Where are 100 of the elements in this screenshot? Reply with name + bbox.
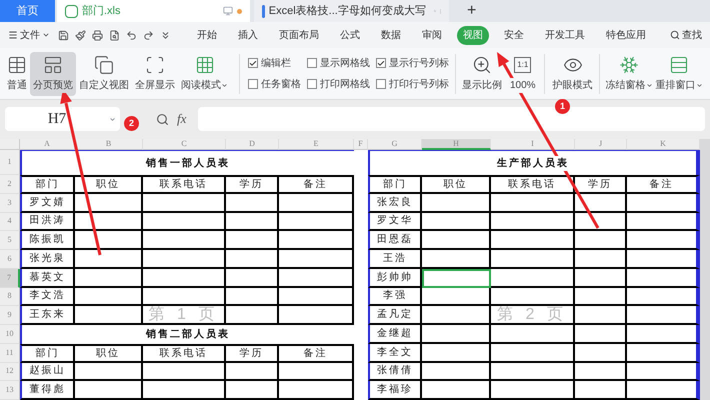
table-cell[interactable] — [75, 250, 143, 269]
table-cell[interactable] — [279, 194, 354, 212]
table-cell[interactable] — [627, 250, 700, 269]
checkbox[interactable] — [307, 58, 317, 68]
formula-input[interactable] — [198, 107, 705, 131]
view-mode-button[interactable]: 阅读模式 — [178, 52, 231, 96]
table-cell[interactable] — [422, 194, 491, 212]
table-cell[interactable] — [627, 231, 700, 250]
zoom-button[interactable]: 显示比例 — [462, 54, 502, 92]
print-preview-icon[interactable] — [109, 30, 120, 40]
table-cell[interactable] — [143, 250, 226, 269]
window-option-button[interactable]: 重排窗口 — [656, 54, 703, 92]
menu-tab[interactable]: 数据 — [375, 26, 407, 44]
table-cell[interactable] — [491, 288, 575, 306]
menu-tab[interactable]: 开发工具 — [539, 26, 591, 44]
save-icon[interactable] — [58, 30, 69, 40]
view-mode-button[interactable]: 分页预览 — [30, 52, 76, 96]
new-tab-button[interactable]: + — [463, 0, 480, 22]
table-cell[interactable] — [627, 344, 700, 362]
table-cell[interactable] — [422, 268, 491, 288]
table-cell[interactable] — [422, 306, 491, 325]
actual-size-button[interactable]: 1:1 100% — [510, 54, 536, 92]
table-cell[interactable] — [627, 194, 700, 212]
table-cell[interactable] — [491, 250, 575, 269]
table-cell[interactable] — [491, 325, 575, 344]
table-cell[interactable] — [627, 362, 700, 382]
file-menu[interactable]: 文件 — [8, 28, 50, 42]
table-cell[interactable]: 张光泉 — [20, 250, 75, 269]
table-cell[interactable] — [575, 344, 627, 362]
table-cell[interactable] — [491, 344, 575, 362]
table-cell[interactable] — [279, 362, 354, 382]
table-cell[interactable] — [279, 250, 354, 269]
table-cell[interactable] — [422, 250, 491, 269]
table-cell[interactable] — [226, 288, 279, 306]
zoom-icon[interactable] — [156, 112, 169, 126]
table-cell[interactable] — [75, 268, 143, 288]
table-cell[interactable] — [75, 288, 143, 306]
scrollbar[interactable] — [700, 139, 710, 400]
table-cell[interactable] — [143, 212, 226, 232]
table-cell[interactable]: 慕英文 — [20, 268, 75, 288]
table-cell[interactable]: 田恩磊 — [368, 231, 422, 250]
view-mode-button[interactable]: 普通 — [4, 52, 30, 96]
table-cell[interactable] — [75, 231, 143, 250]
option-checkbox[interactable]: 编辑栏 — [248, 56, 301, 70]
home-tab[interactable]: 首页 — [0, 0, 55, 22]
table-cell[interactable]: 王东来 — [20, 306, 75, 325]
table-cell[interactable] — [491, 212, 575, 232]
table-cell[interactable] — [143, 381, 226, 400]
table-cell[interactable] — [279, 288, 354, 306]
view-mode-button[interactable]: 自定义视图 — [76, 52, 132, 96]
table-cell[interactable]: 李强 — [368, 288, 422, 306]
table-cell[interactable] — [491, 268, 575, 288]
table-cell[interactable] — [143, 362, 226, 382]
table-cell[interactable]: 陈振凯 — [20, 231, 75, 250]
table-cell[interactable] — [226, 268, 279, 288]
table-cell[interactable] — [491, 362, 575, 382]
checkbox[interactable] — [248, 79, 258, 89]
document-tab[interactable]: 部门.xls — [57, 0, 250, 22]
table-cell[interactable] — [143, 268, 226, 288]
table-cell[interactable] — [226, 231, 279, 250]
table-cell[interactable]: 罗文婧 — [20, 194, 75, 212]
table-cell[interactable] — [575, 268, 627, 288]
table-cell[interactable] — [422, 288, 491, 306]
paintbrush-icon[interactable] — [75, 30, 86, 40]
menu-tab[interactable]: 审阅 — [416, 26, 448, 44]
undo-icon[interactable] — [126, 30, 137, 40]
table-cell[interactable] — [575, 325, 627, 344]
view-mode-button[interactable]: 全屏显示 — [132, 52, 178, 96]
table-cell[interactable] — [75, 212, 143, 232]
table-cell[interactable] — [226, 381, 279, 400]
table-cell[interactable] — [279, 381, 354, 400]
table-cell[interactable]: 董得彪 — [20, 381, 75, 400]
table-cell[interactable]: 罗文华 — [368, 212, 422, 232]
table-cell[interactable] — [279, 231, 354, 250]
table-cell[interactable] — [226, 306, 279, 325]
option-checkbox[interactable]: 显示行号列标 — [376, 56, 449, 70]
option-checkbox[interactable]: 打印网格线 — [307, 76, 370, 92]
table-cell[interactable]: 彭帅帅 — [368, 268, 422, 288]
table-cell[interactable] — [226, 250, 279, 269]
table-cell[interactable] — [575, 381, 627, 400]
printer-icon[interactable] — [92, 30, 103, 40]
table-cell[interactable] — [627, 306, 700, 325]
name-box[interactable]: H7 — [5, 107, 120, 131]
table-cell[interactable]: 王浩 — [368, 250, 422, 269]
table-cell[interactable]: 李福珍 — [368, 381, 422, 400]
table-cell[interactable] — [575, 288, 627, 306]
table-cell[interactable] — [279, 212, 354, 232]
table-cell[interactable] — [627, 212, 700, 232]
table-cell[interactable] — [491, 231, 575, 250]
menu-tab[interactable]: 开始 — [191, 26, 223, 44]
option-checkbox[interactable]: 显示网格线 — [307, 56, 370, 70]
option-checkbox[interactable]: 任务窗格 — [248, 76, 301, 92]
table-cell[interactable]: 孟凡定 — [368, 306, 422, 325]
table-cell[interactable]: 金继超 — [368, 325, 422, 344]
document-tab[interactable]: Excel表格技...字母如何变成大写 — [254, 0, 449, 22]
table-cell[interactable] — [491, 381, 575, 400]
checkbox[interactable] — [376, 58, 386, 68]
menu-tab[interactable]: 公式 — [334, 26, 366, 44]
checkbox[interactable] — [376, 79, 386, 89]
table-cell[interactable] — [226, 212, 279, 232]
